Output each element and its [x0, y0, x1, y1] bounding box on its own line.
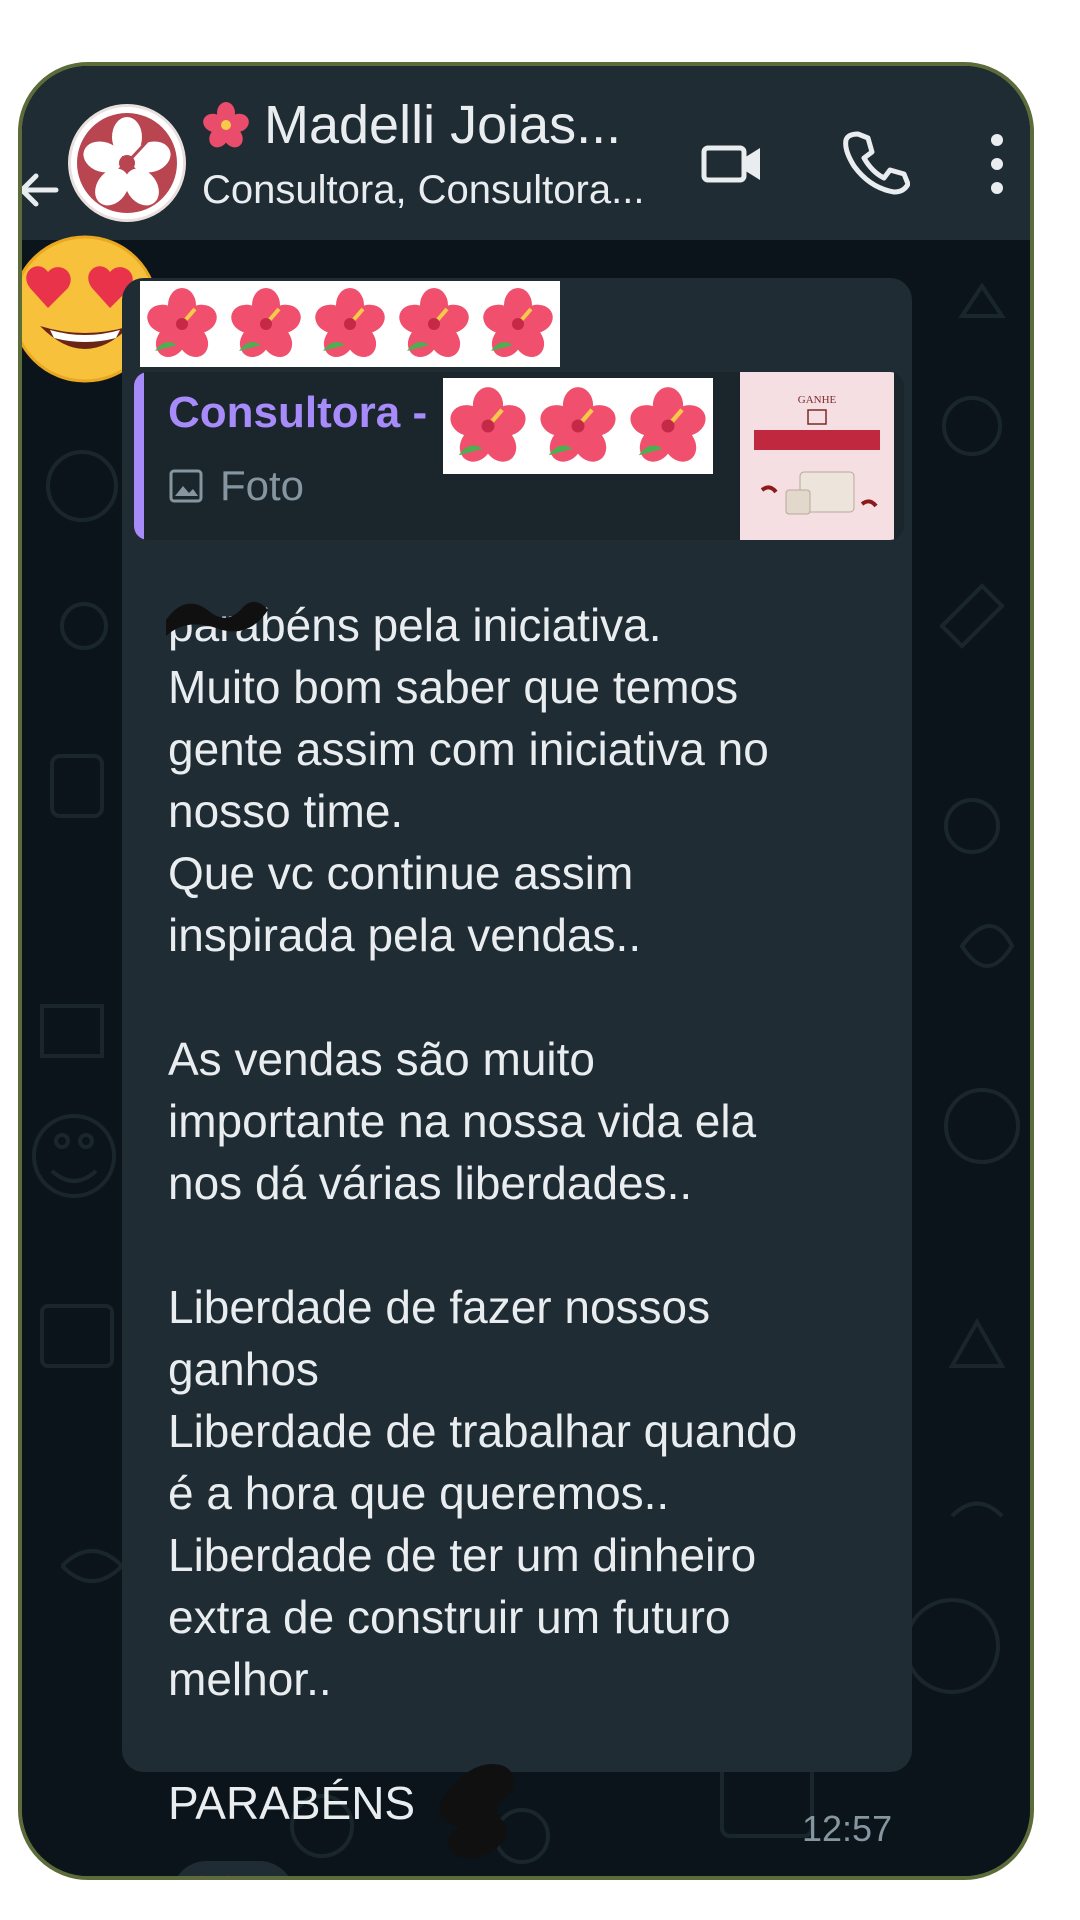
hibiscus-icon	[147, 288, 217, 358]
heart-icon	[190, 1874, 240, 1880]
redaction-scribble	[439, 1764, 515, 1859]
message-text: parabéns pela iniciativa. Muito bom sabe…	[168, 599, 798, 1829]
arrow-left-icon[interactable]	[18, 168, 60, 212]
hibiscus-icon	[71, 107, 183, 219]
phone-frame: Madelli Joias... Consultora, Consultora.…	[18, 62, 1034, 1880]
flower-emoji-row	[140, 281, 560, 367]
quote-accent-bar	[134, 372, 144, 540]
hibiscus-icon	[450, 387, 526, 462]
quote-author: Consultora -	[168, 388, 428, 437]
quote-thumbnail[interactable]: GANHE	[740, 372, 894, 540]
reaction-count: 3	[256, 1876, 276, 1880]
gift-icon	[760, 409, 878, 515]
quoted-reply[interactable]: Consultora - Foto GANHE	[134, 372, 904, 540]
message-timestamp: 12:57	[802, 1808, 893, 1849]
chat-subtitle[interactable]: Consultora, Consultora...	[202, 168, 644, 213]
chat-header: Madelli Joias... Consultora, Consultora.…	[22, 66, 1030, 240]
video-call-icon[interactable]	[698, 128, 768, 198]
hibiscus-icon	[315, 288, 385, 358]
quote-flower-emoji-row	[443, 378, 713, 474]
chat-title-row[interactable]: Madelli Joias...	[202, 94, 621, 156]
hibiscus-icon	[399, 288, 469, 358]
hibiscus-icon	[540, 387, 616, 462]
phone-call-icon[interactable]	[840, 126, 910, 196]
quote-media-label: Foto	[220, 462, 305, 509]
hibiscus-icon	[203, 102, 249, 148]
avatar[interactable]	[68, 104, 186, 222]
quote-media-type: Foto	[168, 462, 304, 510]
redaction-scribble	[166, 601, 268, 636]
photo-icon	[169, 469, 203, 503]
more-options-icon[interactable]	[982, 124, 1012, 204]
hibiscus-icon	[483, 288, 553, 358]
hibiscus-icon	[231, 288, 301, 358]
hibiscus-icon	[630, 387, 706, 462]
chat-title: Madelli Joias...	[264, 95, 622, 155]
